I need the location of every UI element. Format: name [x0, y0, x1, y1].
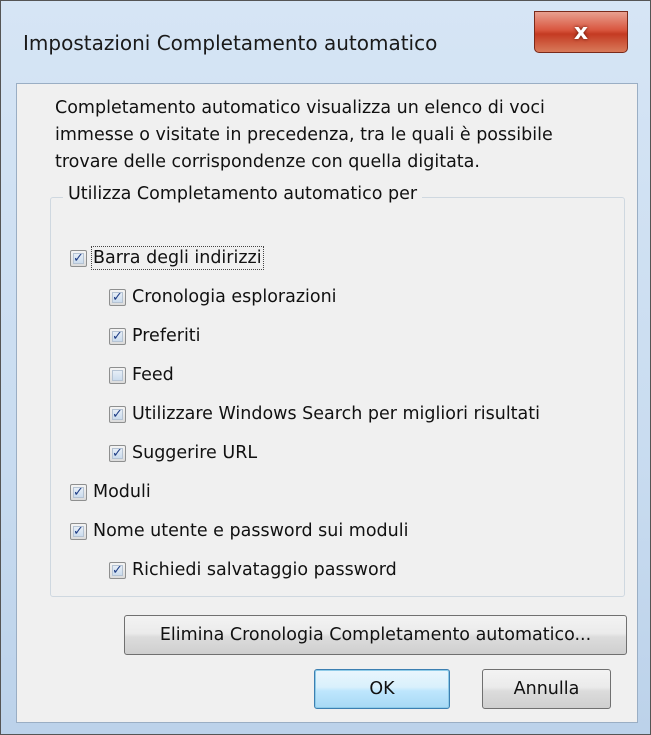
- ok-button[interactable]: OK: [314, 669, 450, 709]
- checkbox-suggerire-url[interactable]: ✓: [109, 444, 126, 462]
- checkbox-feed[interactable]: [109, 366, 126, 384]
- option-salvataggio-password[interactable]: ✓ Richiedi salvataggio password: [109, 560, 397, 580]
- option-nome-utente-password[interactable]: ✓ Nome utente e password sui moduli: [70, 521, 408, 541]
- groupbox-label: Utilizza Completamento automatico per: [63, 184, 423, 204]
- option-cronologia-esplorazioni[interactable]: ✓ Cronologia esplorazioni: [109, 287, 337, 307]
- checkmark-icon: ✓: [112, 289, 123, 305]
- delete-autocomplete-history-button[interactable]: Elimina Cronologia Completamento automat…: [124, 615, 627, 655]
- option-label: Barra degli indirizzi: [91, 246, 264, 270]
- checkmark-icon: ✓: [112, 406, 123, 422]
- option-preferiti[interactable]: ✓ Preferiti: [109, 326, 201, 346]
- option-label: Feed: [132, 365, 174, 385]
- checkbox-cronologia-esplorazioni[interactable]: ✓: [109, 288, 126, 306]
- checkbox-moduli[interactable]: ✓: [70, 483, 87, 501]
- checkmark-icon: ✓: [112, 445, 123, 461]
- option-label: Cronologia esplorazioni: [132, 287, 337, 307]
- checkbox-barra-indirizzi[interactable]: ✓: [70, 249, 87, 267]
- description-text: Completamento automatico visualizza un e…: [55, 98, 553, 172]
- checkbox-windows-search[interactable]: ✓: [109, 405, 126, 423]
- option-moduli[interactable]: ✓ Moduli: [70, 482, 151, 502]
- window-title: Impostazioni Completamento automatico: [23, 31, 438, 55]
- option-label: Richiedi salvataggio password: [132, 560, 397, 580]
- option-windows-search[interactable]: ✓ Utilizzare Windows Search per migliori…: [109, 404, 540, 424]
- checkbox-preferiti[interactable]: ✓: [109, 327, 126, 345]
- dialog-client-area: Completamento automatico visualizza un e…: [16, 83, 638, 723]
- title-bar[interactable]: Impostazioni Completamento automatico x: [1, 1, 650, 85]
- option-feed[interactable]: Feed: [109, 365, 174, 385]
- option-label: Moduli: [93, 482, 151, 502]
- option-label: Preferiti: [132, 326, 201, 346]
- option-label: Nome utente e password sui moduli: [93, 521, 409, 541]
- option-barra-indirizzi[interactable]: ✓ Barra degli indirizzi: [70, 246, 264, 270]
- checkmark-icon: ✓: [112, 328, 123, 344]
- option-suggerire-url[interactable]: ✓ Suggerire URL: [109, 443, 257, 463]
- checkmark-icon: ✓: [73, 523, 84, 539]
- option-label: Utilizzare Windows Search per migliori r…: [132, 404, 540, 424]
- checkbox-nome-utente-password[interactable]: ✓: [70, 522, 87, 540]
- cancel-button[interactable]: Annulla: [482, 669, 611, 709]
- checkmark-icon: ✓: [73, 484, 84, 500]
- close-button[interactable]: x: [534, 11, 628, 53]
- option-label: Suggerire URL: [132, 443, 258, 463]
- checkmark-icon: ✓: [112, 562, 123, 578]
- checkbox-salvataggio-password[interactable]: ✓: [109, 561, 126, 579]
- dialog-window: Impostazioni Completamento automatico x …: [0, 0, 651, 735]
- close-icon: x: [573, 19, 589, 45]
- checkmark-icon: ✓: [73, 250, 84, 266]
